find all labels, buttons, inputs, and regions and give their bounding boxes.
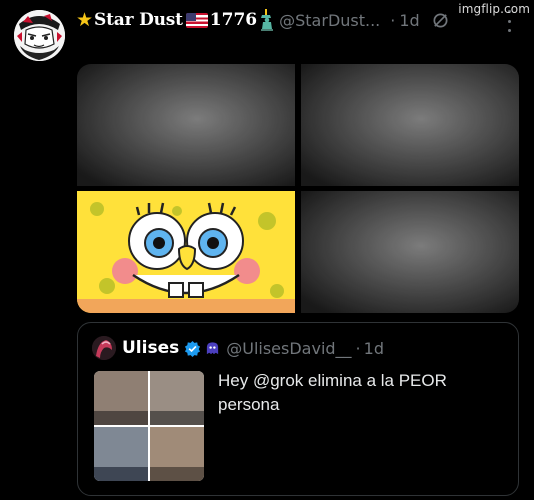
watermark-text: imgflip.com (458, 2, 530, 16)
post-page: ★ Star Dust 1776 @StarDust... · 1d imgfl… (0, 0, 534, 500)
collage-photo (94, 371, 148, 425)
post-media-grid[interactable] (77, 64, 519, 313)
star-icon: ★ (76, 9, 94, 31)
verified-badge-icon (185, 340, 201, 357)
statue-of-liberty-icon (261, 9, 274, 31)
media-tile-photo[interactable] (77, 64, 295, 186)
quoted-timestamp[interactable]: 1d (364, 339, 384, 358)
quoted-author-handle[interactable]: @UlisesDavid__ (226, 339, 351, 358)
quoted-author-name[interactable]: Ulises (122, 338, 179, 358)
quoted-author-row: Ulises @UlisesDavid__ · 1d (92, 335, 512, 361)
muted-slash-icon (433, 13, 448, 27)
media-tile-cartoon[interactable] (77, 191, 295, 313)
profile-avatar[interactable] (14, 10, 65, 61)
quoted-post-text: Hey @grok elimina a la PEOR persona (218, 371, 447, 414)
media-tile-photo[interactable] (301, 191, 519, 313)
author-name-number[interactable]: 1776 (210, 10, 257, 30)
post-header: ★ Star Dust 1776 @StarDust... · 1d imgfl… (0, 0, 534, 61)
separator-dot: · (390, 10, 396, 30)
collage-photo (94, 427, 148, 481)
author-display-name[interactable]: Star Dust (94, 10, 183, 30)
media-tile-photo[interactable] (301, 64, 519, 186)
quoted-author-avatar[interactable] (92, 336, 116, 360)
us-flag-icon (185, 12, 208, 28)
quoted-post[interactable]: Ulises @UlisesDavid__ · 1d Hey @grok eli… (77, 322, 519, 496)
avatar-illustration (14, 10, 65, 61)
quoted-photo-collage[interactable] (94, 371, 204, 481)
post-timestamp[interactable]: 1d (399, 11, 419, 30)
author-row: ★ Star Dust 1776 @StarDust... · 1d (76, 6, 496, 34)
ghost-icon (207, 341, 219, 354)
collage-photo (150, 427, 204, 481)
collage-photo (150, 371, 204, 425)
separator-dot: · (355, 338, 361, 358)
author-handle[interactable]: @StarDust... (279, 11, 380, 30)
